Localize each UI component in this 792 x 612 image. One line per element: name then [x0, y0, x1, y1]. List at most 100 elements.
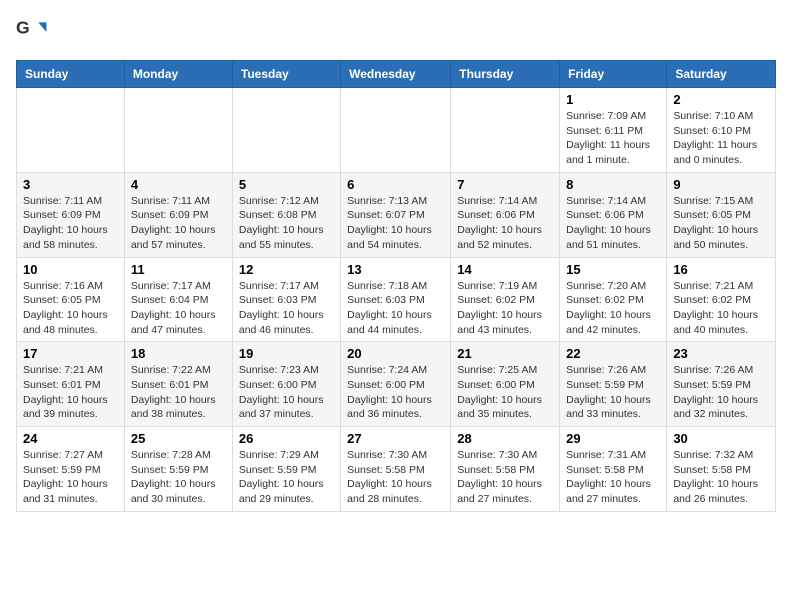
day-info: Sunrise: 7:23 AM Sunset: 6:00 PM Dayligh…: [239, 363, 334, 422]
day-info: Sunrise: 7:17 AM Sunset: 6:04 PM Dayligh…: [131, 279, 226, 338]
day-info: Sunrise: 7:16 AM Sunset: 6:05 PM Dayligh…: [23, 279, 118, 338]
day-number: 25: [131, 431, 226, 446]
calendar-cell: 13 Sunrise: 7:18 AM Sunset: 6:03 PM Dayli…: [341, 257, 451, 342]
day-info: Sunrise: 7:11 AM Sunset: 6:09 PM Dayligh…: [131, 194, 226, 253]
day-number: 26: [239, 431, 334, 446]
day-info: Sunrise: 7:24 AM Sunset: 6:00 PM Dayligh…: [347, 363, 444, 422]
day-number: 11: [131, 262, 226, 277]
calendar-cell: 8Sunrise: 7:14 AM Sunset: 6:06 PM Daylig…: [560, 172, 667, 257]
calendar-week-row: 3 Sunrise: 7:11 AM Sunset: 6:09 PM Daylig…: [17, 172, 776, 257]
calendar-week-row: 24 Sunrise: 7:27 AM Sunset: 5:59 PM Dayli…: [17, 427, 776, 512]
calendar-cell: 30 Sunrise: 7:32 AM Sunset: 5:58 PM Dayli…: [667, 427, 776, 512]
calendar-cell: 1 Sunrise: 7:09 AM Sunset: 6:11 PM Daylig…: [560, 88, 667, 173]
day-number: 6: [347, 177, 444, 192]
calendar-cell: 4 Sunrise: 7:11 AM Sunset: 6:09 PM Daylig…: [124, 172, 232, 257]
day-info: Sunrise: 7:28 AM Sunset: 5:59 PM Dayligh…: [131, 448, 226, 507]
calendar-cell: 3 Sunrise: 7:11 AM Sunset: 6:09 PM Daylig…: [17, 172, 125, 257]
day-info: Sunrise: 7:25 AM Sunset: 6:00 PM Dayligh…: [457, 363, 553, 422]
calendar-cell: 26 Sunrise: 7:29 AM Sunset: 5:59 PM Dayli…: [232, 427, 340, 512]
logo: G: [16, 16, 52, 48]
calendar-cell: [232, 88, 340, 173]
day-info: Sunrise: 7:30 AM Sunset: 5:58 PM Dayligh…: [347, 448, 444, 507]
svg-text:G: G: [16, 18, 30, 38]
logo-icon: G: [16, 16, 48, 48]
day-info: Sunrise: 7:19 AM Sunset: 6:02 PM Dayligh…: [457, 279, 553, 338]
day-info: Sunrise: 7:21 AM Sunset: 6:02 PM Dayligh…: [673, 279, 769, 338]
calendar-cell: 29 Sunrise: 7:31 AM Sunset: 5:58 PM Dayli…: [560, 427, 667, 512]
day-info: Sunrise: 7:22 AM Sunset: 6:01 PM Dayligh…: [131, 363, 226, 422]
calendar-cell: 17Sunrise: 7:21 AM Sunset: 6:01 PM Dayli…: [17, 342, 125, 427]
day-number: 12: [239, 262, 334, 277]
calendar-cell: 10 Sunrise: 7:16 AM Sunset: 6:05 PM Dayli…: [17, 257, 125, 342]
calendar-week-row: 1 Sunrise: 7:09 AM Sunset: 6:11 PM Daylig…: [17, 88, 776, 173]
day-info: Sunrise: 7:27 AM Sunset: 5:59 PM Dayligh…: [23, 448, 118, 507]
day-info: Sunrise: 7:18 AM Sunset: 6:03 PM Dayligh…: [347, 279, 444, 338]
calendar-week-row: 10 Sunrise: 7:16 AM Sunset: 6:05 PM Dayli…: [17, 257, 776, 342]
day-info: Sunrise: 7:17 AM Sunset: 6:03 PM Dayligh…: [239, 279, 334, 338]
calendar-cell: 28 Sunrise: 7:30 AM Sunset: 5:58 PM Dayli…: [451, 427, 560, 512]
calendar-cell: [124, 88, 232, 173]
day-number: 17: [23, 346, 118, 361]
calendar-cell: 12 Sunrise: 7:17 AM Sunset: 6:03 PM Dayli…: [232, 257, 340, 342]
day-number: 14: [457, 262, 553, 277]
calendar-cell: 20Sunrise: 7:24 AM Sunset: 6:00 PM Dayli…: [341, 342, 451, 427]
day-number: 22: [566, 346, 660, 361]
day-info: Sunrise: 7:26 AM Sunset: 5:59 PM Dayligh…: [566, 363, 660, 422]
calendar-cell: 14 Sunrise: 7:19 AM Sunset: 6:02 PM Dayli…: [451, 257, 560, 342]
day-number: 1: [566, 92, 660, 107]
page-header: G: [16, 16, 776, 48]
calendar-cell: 15Sunrise: 7:20 AM Sunset: 6:02 PM Dayli…: [560, 257, 667, 342]
calendar-header-wednesday: Wednesday: [341, 61, 451, 88]
calendar-header-monday: Monday: [124, 61, 232, 88]
day-info: Sunrise: 7:30 AM Sunset: 5:58 PM Dayligh…: [457, 448, 553, 507]
calendar-week-row: 17Sunrise: 7:21 AM Sunset: 6:01 PM Dayli…: [17, 342, 776, 427]
day-number: 30: [673, 431, 769, 446]
calendar-cell: 18 Sunrise: 7:22 AM Sunset: 6:01 PM Dayli…: [124, 342, 232, 427]
day-number: 9: [673, 177, 769, 192]
calendar-cell: 7 Sunrise: 7:14 AM Sunset: 6:06 PM Daylig…: [451, 172, 560, 257]
day-info: Sunrise: 7:14 AM Sunset: 6:06 PM Dayligh…: [457, 194, 553, 253]
day-info: Sunrise: 7:20 AM Sunset: 6:02 PM Dayligh…: [566, 279, 660, 338]
calendar-cell: 6 Sunrise: 7:13 AM Sunset: 6:07 PM Daylig…: [341, 172, 451, 257]
calendar-cell: 2 Sunrise: 7:10 AM Sunset: 6:10 PM Daylig…: [667, 88, 776, 173]
calendar-header-saturday: Saturday: [667, 61, 776, 88]
calendar-cell: 23 Sunrise: 7:26 AM Sunset: 5:59 PM Dayli…: [667, 342, 776, 427]
calendar-cell: [451, 88, 560, 173]
day-info: Sunrise: 7:09 AM Sunset: 6:11 PM Dayligh…: [566, 109, 660, 168]
day-number: 3: [23, 177, 118, 192]
calendar-cell: 19 Sunrise: 7:23 AM Sunset: 6:00 PM Dayli…: [232, 342, 340, 427]
day-number: 18: [131, 346, 226, 361]
day-number: 16: [673, 262, 769, 277]
day-number: 10: [23, 262, 118, 277]
calendar-cell: 27 Sunrise: 7:30 AM Sunset: 5:58 PM Dayli…: [341, 427, 451, 512]
day-number: 23: [673, 346, 769, 361]
day-number: 29: [566, 431, 660, 446]
calendar-cell: 21 Sunrise: 7:25 AM Sunset: 6:00 PM Dayli…: [451, 342, 560, 427]
day-number: 4: [131, 177, 226, 192]
calendar-header-sunday: Sunday: [17, 61, 125, 88]
day-number: 24: [23, 431, 118, 446]
day-info: Sunrise: 7:32 AM Sunset: 5:58 PM Dayligh…: [673, 448, 769, 507]
calendar-cell: [341, 88, 451, 173]
day-number: 13: [347, 262, 444, 277]
day-number: 7: [457, 177, 553, 192]
day-info: Sunrise: 7:10 AM Sunset: 6:10 PM Dayligh…: [673, 109, 769, 168]
day-info: Sunrise: 7:29 AM Sunset: 5:59 PM Dayligh…: [239, 448, 334, 507]
calendar-cell: 25 Sunrise: 7:28 AM Sunset: 5:59 PM Dayli…: [124, 427, 232, 512]
day-number: 19: [239, 346, 334, 361]
calendar-table: SundayMondayTuesdayWednesdayThursdayFrid…: [16, 60, 776, 512]
calendar-cell: 16 Sunrise: 7:21 AM Sunset: 6:02 PM Dayli…: [667, 257, 776, 342]
day-number: 2: [673, 92, 769, 107]
calendar-cell: 5Sunrise: 7:12 AM Sunset: 6:08 PM Daylig…: [232, 172, 340, 257]
day-number: 21: [457, 346, 553, 361]
calendar-header-tuesday: Tuesday: [232, 61, 340, 88]
day-info: Sunrise: 7:15 AM Sunset: 6:05 PM Dayligh…: [673, 194, 769, 253]
day-number: 28: [457, 431, 553, 446]
day-info: Sunrise: 7:11 AM Sunset: 6:09 PM Dayligh…: [23, 194, 118, 253]
day-info: Sunrise: 7:26 AM Sunset: 5:59 PM Dayligh…: [673, 363, 769, 422]
day-info: Sunrise: 7:31 AM Sunset: 5:58 PM Dayligh…: [566, 448, 660, 507]
calendar-header-thursday: Thursday: [451, 61, 560, 88]
day-info: Sunrise: 7:13 AM Sunset: 6:07 PM Dayligh…: [347, 194, 444, 253]
day-number: 8: [566, 177, 660, 192]
day-number: 27: [347, 431, 444, 446]
